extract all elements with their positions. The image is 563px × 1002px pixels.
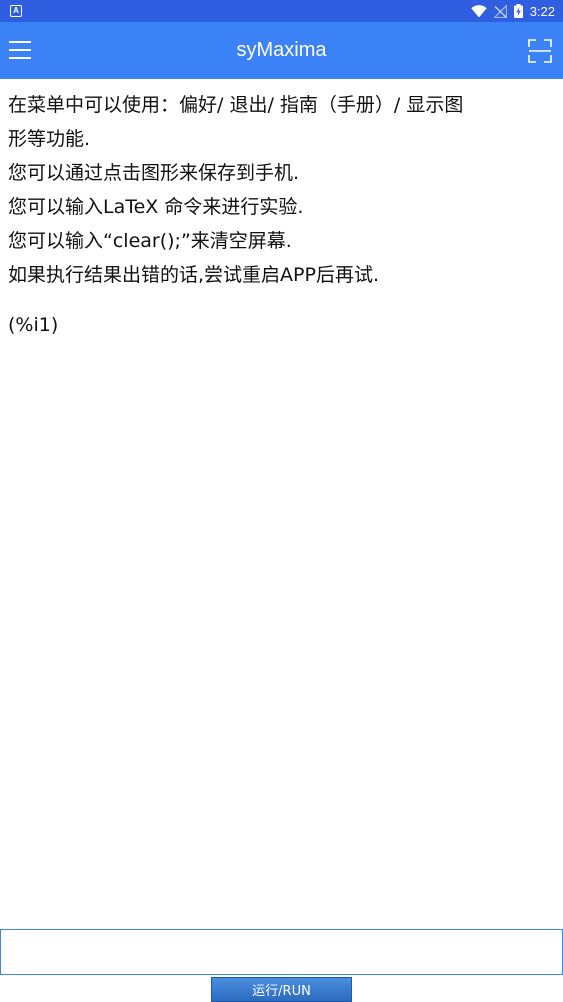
status-left: A: [10, 5, 22, 17]
notification-icon: A: [10, 5, 22, 17]
hamburger-menu-icon[interactable]: [9, 39, 33, 61]
intro-line-2: 形等功能.: [8, 128, 91, 150]
status-bar: A 3:22: [0, 0, 563, 22]
intro-line-4: 您可以输入LaTeX 命令来进行实验.: [8, 196, 304, 218]
input-prompt-label: (%i1): [8, 314, 59, 336]
console-output: 在菜单中可以使用：偏好/ 退出/ 指南（手册）/ 显示图 形等功能. 您可以通过…: [8, 88, 558, 918]
wifi-icon: [470, 4, 487, 17]
app-bar: syMaxima: [0, 22, 563, 79]
notification-glyph: A: [13, 6, 19, 15]
intro-line-5: 您可以输入“clear();”来清空屏幕.: [8, 230, 292, 252]
scan-icon[interactable]: [528, 39, 552, 63]
status-right: 3:22: [470, 3, 555, 19]
command-input[interactable]: [0, 929, 563, 975]
status-time: 3:22: [529, 3, 555, 19]
intro-line-1: 在菜单中可以使用：偏好/ 退出/ 指南（手册）/ 显示图: [8, 94, 464, 116]
battery-charging-icon: [513, 4, 523, 18]
app-title: syMaxima: [236, 39, 327, 61]
run-button[interactable]: 运行/RUN: [211, 977, 352, 1002]
no-signal-icon: [493, 4, 507, 18]
intro-line-6: 如果执行结果出错的话,尝试重启APP后再试.: [8, 264, 379, 286]
intro-line-3: 您可以通过点击图形来保存到手机.: [8, 162, 300, 184]
